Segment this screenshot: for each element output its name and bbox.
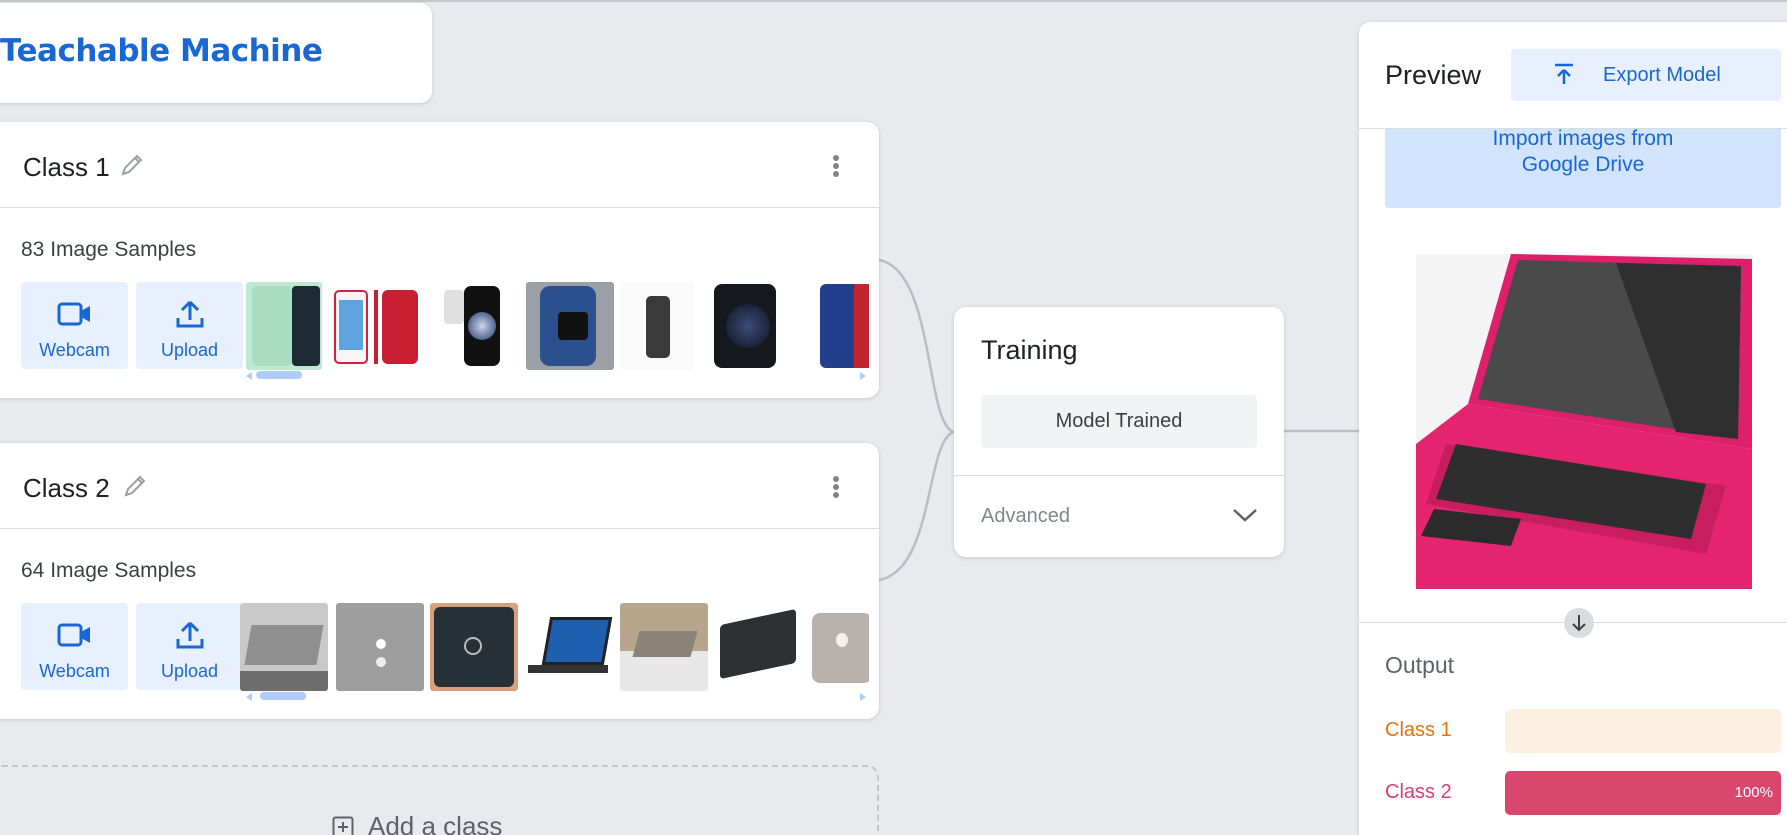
training-title: Training — [981, 335, 1078, 365]
export-model-button[interactable]: Export Model — [1511, 49, 1781, 101]
edit-pencil-icon[interactable] — [117, 150, 147, 180]
thumbnail-image[interactable] — [820, 282, 869, 370]
webcam-label: Webcam — [39, 661, 110, 681]
scroll-right-icon[interactable] — [860, 372, 866, 380]
edit-pencil-icon[interactable] — [120, 471, 150, 501]
arrow-down-icon — [1564, 608, 1594, 638]
upload-icon — [176, 621, 204, 649]
class-name[interactable]: Class 1 — [23, 152, 110, 183]
drive-line-2: Google Drive — [1521, 153, 1645, 176]
output-row-class-1: Class 1 — [1385, 709, 1787, 753]
upload-icon — [176, 300, 204, 328]
class-card-1: Class 1 83 Image Samples Webcam Upload — [0, 122, 879, 398]
scroll-left-icon[interactable] — [246, 693, 252, 701]
class-card-2: Class 2 64 Image Samples Webcam Upload — [0, 443, 879, 719]
add-class-button[interactable]: Add a class — [0, 765, 879, 835]
sample-thumbnails — [240, 282, 869, 370]
upload-button[interactable]: Upload — [136, 282, 243, 369]
upload-button[interactable]: Upload — [136, 603, 243, 690]
thumbnail-scrollbar[interactable] — [246, 691, 866, 701]
preview-header: Preview Export Model — [1359, 22, 1787, 129]
import-google-drive-button[interactable]: Import images from Google Drive — [1385, 122, 1781, 208]
thumbnail-image[interactable] — [440, 282, 502, 370]
drive-line-1: Import images from — [1492, 127, 1674, 150]
thumbnail-image[interactable] — [808, 603, 869, 691]
upload-label: Upload — [160, 340, 219, 360]
confidence-bar: 100% — [1505, 771, 1781, 815]
training-card: Training Model Trained Advanced — [954, 307, 1284, 557]
webcam-button[interactable]: Webcam — [21, 603, 128, 690]
chevron-down-icon[interactable] — [1231, 505, 1259, 525]
advanced-toggle[interactable]: Advanced — [981, 505, 1070, 528]
upload-arrow-icon — [1555, 63, 1573, 84]
output-label: Class 1 — [1385, 719, 1452, 741]
thumbnail-scrollbar[interactable] — [246, 370, 866, 380]
sample-count: 83 Image Samples — [21, 238, 197, 261]
more-options-icon[interactable] — [829, 149, 843, 183]
video-camera-icon — [57, 302, 90, 326]
thumbnail-image[interactable] — [712, 282, 778, 370]
video-camera-icon — [57, 623, 90, 647]
thumbnail-image[interactable] — [620, 282, 694, 370]
thumbnail-image[interactable] — [336, 603, 424, 691]
confidence-percent: 100% — [1734, 784, 1773, 801]
add-class-content: Add a class — [332, 811, 502, 835]
sample-thumbnails — [240, 603, 869, 691]
scroll-left-icon[interactable] — [246, 372, 252, 380]
output-title: Output — [1385, 652, 1455, 678]
sample-count: 64 Image Samples — [21, 559, 197, 582]
thumbnail-image[interactable] — [430, 603, 518, 691]
app-title: Teachable Machine — [0, 33, 323, 69]
thumbnail-image[interactable] — [246, 282, 322, 370]
scroll-right-icon[interactable] — [860, 693, 866, 701]
scrollbar-thumb[interactable] — [260, 692, 306, 700]
thumbnail-image[interactable] — [240, 603, 328, 691]
webcam-label: Webcam — [39, 340, 110, 360]
train-model-button[interactable]: Model Trained — [981, 395, 1257, 448]
thumbnail-image[interactable] — [714, 603, 802, 691]
class-header: Class 2 — [0, 443, 879, 529]
thumbnail-image[interactable] — [526, 603, 614, 691]
plus-box-icon — [332, 816, 354, 835]
preview-panel: Import images from Google Drive Preview … — [1359, 22, 1787, 835]
add-class-label: Add a class — [368, 811, 503, 835]
more-options-icon[interactable] — [829, 470, 843, 504]
upload-label: Upload — [160, 661, 219, 681]
confidence-bar — [1505, 709, 1781, 753]
title-card: Teachable Machine — [0, 3, 432, 103]
export-label: Export Model — [1603, 64, 1721, 86]
output-label: Class 2 — [1385, 781, 1452, 803]
preview-title: Preview — [1385, 60, 1482, 90]
webcam-button[interactable]: Webcam — [21, 282, 128, 369]
class-header: Class 1 — [0, 122, 879, 208]
preview-input-image — [1416, 254, 1752, 589]
thumbnail-image[interactable] — [620, 603, 708, 691]
class-name[interactable]: Class 2 — [23, 473, 110, 504]
thumbnail-image[interactable] — [332, 282, 420, 370]
scrollbar-thumb[interactable] — [256, 371, 302, 379]
output-row-class-2: Class 2 100% — [1385, 771, 1787, 815]
thumbnail-image[interactable] — [526, 282, 614, 370]
divider — [954, 475, 1284, 476]
